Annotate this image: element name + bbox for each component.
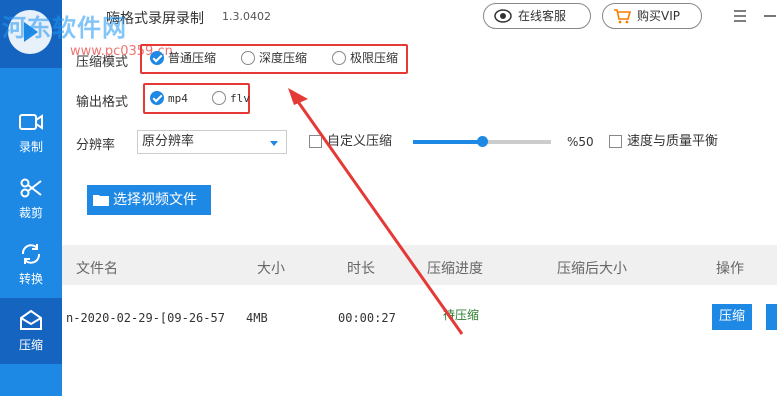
- checkbox-icon: [309, 135, 322, 148]
- radio-deep-compress[interactable]: 深度压缩: [241, 51, 307, 66]
- column-header-filename: 文件名: [76, 261, 118, 277]
- title-bar: 嗨格式录屏录制 1.3.0402 在线客服 购买VIP: [62, 0, 777, 34]
- radio-unchecked-icon: [212, 91, 226, 105]
- resolution-label: 分辨率: [76, 138, 116, 153]
- minimize-icon[interactable]: [760, 6, 777, 26]
- radio-extreme-compress[interactable]: 极限压缩: [332, 51, 398, 66]
- radio-flv[interactable]: flv: [212, 91, 250, 106]
- file-size: 4MB: [246, 311, 268, 325]
- radio-unchecked-icon: [332, 51, 346, 65]
- radio-label: 普通压缩: [168, 51, 217, 65]
- eye-icon: [494, 9, 512, 23]
- menu-icon[interactable]: [730, 6, 750, 26]
- online-service-label: 在线客服: [518, 9, 567, 23]
- output-format-label: 输出格式: [76, 95, 129, 110]
- radio-label: flv: [230, 92, 250, 105]
- radio-label: mp4: [168, 92, 188, 105]
- slider-thumb[interactable]: [477, 136, 488, 147]
- watermark: 河东软件网: [2, 14, 127, 42]
- quality-slider[interactable]: [413, 136, 551, 147]
- envelope-icon: [20, 309, 42, 330]
- radio-checked-icon: [150, 91, 164, 105]
- buy-vip-button[interactable]: 购买VIP: [602, 3, 702, 29]
- table-header: 文件名 大小 时长 压缩进度 压缩后大小 操作: [62, 245, 777, 285]
- checkbox-label: 自定义压缩: [327, 134, 393, 149]
- speed-quality-balance-checkbox[interactable]: 速度与质量平衡: [609, 135, 718, 149]
- radio-mp4[interactable]: mp4: [150, 91, 188, 106]
- refresh-icon: [21, 244, 41, 264]
- sidebar-item-label: 录制: [18, 140, 43, 154]
- sidebar-item-record[interactable]: 录制: [0, 100, 62, 166]
- compress-status: 待压缩: [443, 308, 480, 322]
- radio-checked-icon: [150, 51, 164, 65]
- file-name: n-2020-02-29-[09-26-57: [66, 311, 225, 325]
- radio-unchecked-icon: [241, 51, 255, 65]
- choose-video-file-label: 选择视频文件: [113, 192, 197, 208]
- column-header-action: 操作: [716, 261, 744, 277]
- online-service-button[interactable]: 在线客服: [483, 3, 591, 29]
- radio-normal-compress[interactable]: 普通压缩: [150, 51, 216, 66]
- checkbox-icon: [609, 135, 622, 148]
- column-header-duration: 时长: [347, 261, 375, 277]
- column-header-progress: 压缩进度: [427, 261, 483, 277]
- sidebar-item-trim[interactable]: 裁剪: [0, 166, 62, 232]
- sidebar-item-convert[interactable]: 转换: [0, 232, 62, 298]
- cart-icon: [614, 9, 631, 24]
- column-header-size: 大小: [257, 261, 285, 277]
- chevron-down-icon: [270, 141, 278, 146]
- column-header-after-size: 压缩后大小: [557, 261, 627, 277]
- radio-label: 极限压缩: [350, 51, 399, 65]
- more-action-button[interactable]: [766, 304, 777, 330]
- compress-mode-label: 压缩模式: [76, 55, 129, 70]
- resolution-value: 原分辨率: [142, 134, 195, 149]
- app-version: 1.3.0402: [222, 10, 271, 23]
- buy-vip-label: 购买VIP: [637, 9, 680, 23]
- video-camera-icon: [19, 114, 43, 130]
- file-duration: 00:00:27: [338, 311, 396, 325]
- sidebar-item-label: 转换: [18, 272, 43, 286]
- choose-video-file-button[interactable]: 选择视频文件: [87, 185, 211, 215]
- sidebar-item-label: 压缩: [18, 338, 43, 352]
- sidebar-item-compress[interactable]: 压缩: [0, 298, 62, 364]
- sidebar: 录制 裁剪 转换 压缩: [0, 0, 62, 396]
- custom-compress-checkbox[interactable]: 自定义压缩: [309, 135, 392, 149]
- scissors-icon: [20, 178, 42, 198]
- sidebar-item-label: 裁剪: [18, 206, 43, 220]
- checkbox-label: 速度与质量平衡: [627, 134, 719, 149]
- radio-label: 深度压缩: [259, 51, 308, 65]
- resolution-select[interactable]: 原分辨率: [137, 130, 287, 154]
- quality-value: %50: [567, 135, 594, 149]
- folder-icon: [93, 195, 109, 206]
- slider-fill: [413, 140, 482, 144]
- compress-button[interactable]: 压缩: [712, 304, 752, 330]
